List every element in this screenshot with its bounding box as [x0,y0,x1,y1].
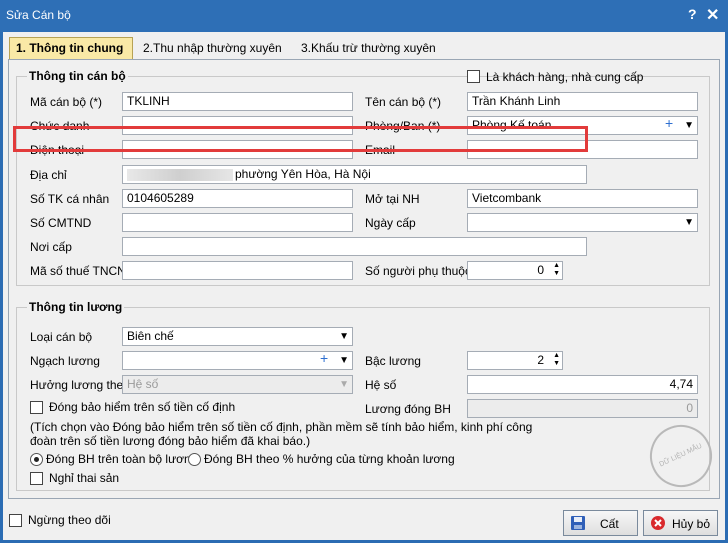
spinner-arrows-icon[interactable]: ▲ ▼ [553,352,560,368]
chevron-down-icon[interactable]: ▼ [684,215,694,230]
close-icon[interactable]: ✕ [706,5,719,25]
dia-chi-value: phường Yên Hòa, Hà Nội [235,167,371,181]
he-so-label: Hệ số [365,378,397,392]
ten-can-bo-label: Tên cán bộ (*) [365,95,442,109]
dong-bh-co-dinh-checkbox[interactable] [30,401,43,414]
tab-panel: Thông tin cán bộ Là khách hàng, nhà cung… [8,59,720,499]
highlight-box [13,126,588,152]
ma-so-thue-label: Mã số thuế TNCN [30,264,126,278]
dia-chi-label: Địa chỉ [30,168,67,182]
so-nguoi-phu-thuoc-label: Số người phụ thuộc [365,264,471,278]
dia-chi-input[interactable]: phường Yên Hòa, Hà Nội [122,165,587,184]
note-line-1: (Tích chọn vào Đóng bảo hiểm trên số tiề… [30,420,533,434]
title-bar: Sửa Cán bộ ? ✕ [0,0,728,32]
radio-theo-phan-tram[interactable] [188,453,201,466]
dong-bh-co-dinh-label: Đóng bảo hiểm trên số tiền cố định [49,400,236,414]
ngay-cap-label: Ngày cấp [365,216,416,230]
so-tk-label: Số TK cá nhân [30,192,110,206]
window-title: Sửa Cán bộ [6,8,71,22]
add-icon[interactable]: + [665,117,673,131]
noi-cap-label: Nơi cấp [30,240,72,254]
chevron-down-icon[interactable]: ▼ [684,118,694,133]
floppy-disk-icon [571,516,585,530]
help-icon[interactable]: ? [688,6,697,22]
so-tk-input[interactable]: 0104605289 [122,189,353,208]
radio-theo-phan-tram-label: Đóng BH theo % hưởng của từng khoản lươn… [204,452,455,466]
chevron-down-icon: ▼ [339,379,349,390]
ma-can-bo-input[interactable]: TKLINH [122,92,353,111]
tab-thong-tin-chung[interactable]: 1. Thông tin chung [9,37,133,60]
loai-can-bo-value: Biên chế [127,329,174,343]
spinner-arrows-icon[interactable]: ▲ ▼ [553,262,560,278]
ngach-luong-select[interactable]: + ▼ [122,351,353,370]
customer-checkbox-label: Là khách hàng, nhà cung cấp [486,70,644,84]
chevron-down-icon[interactable]: ▼ [339,353,349,368]
customer-checkbox[interactable] [467,70,480,83]
ngung-theo-doi-checkbox[interactable] [9,514,22,527]
save-button[interactable]: Cất [563,510,638,536]
cancel-icon [651,516,665,530]
ma-so-thue-input[interactable] [122,261,353,280]
so-nguoi-phu-thuoc-spinner[interactable]: 0 ▲ ▼ [467,261,563,280]
luong-dong-bh-label: Lương đóng BH [365,402,451,416]
loai-can-bo-select[interactable]: Biên chế ▼ [122,327,353,346]
dialog-body: 1. Thông tin chung 2.Thu nhập thường xuy… [3,32,725,540]
cancel-button[interactable]: Hủy bỏ [643,510,718,536]
note-line-2: đoàn trên số tiền lương đóng bảo hiểm đã… [30,434,311,448]
bac-luong-spinner[interactable]: 2 ▲ ▼ [467,351,563,370]
ngung-theo-doi-label: Ngừng theo dõi [28,513,111,527]
add-icon[interactable]: + [320,352,328,366]
huong-luong-label: Hưởng lương theo [30,378,130,392]
tab-thu-nhap[interactable]: 2.Thu nhập thường xuyên [137,38,288,58]
chevron-down-icon[interactable]: ▼ [339,329,349,344]
save-label: Cất [600,517,619,531]
ma-can-bo-label: Mã cán bộ (*) [30,95,103,109]
he-so-input[interactable]: 4,74 [467,375,698,394]
ngach-luong-label: Ngạch lương [30,354,100,368]
huong-luong-select: Hệ số ▼ [122,375,353,394]
huong-luong-value: Hệ số [127,377,159,391]
bac-luong-label: Bậc lương [365,354,421,368]
tab-khau-tru[interactable]: 3.Khấu trừ thường xuyên [295,38,442,58]
mo-tai-input[interactable]: Vietcombank [467,189,698,208]
group-title-can-bo: Thông tin cán bộ [27,69,128,83]
so-cmtnd-label: Số CMTND [30,216,92,230]
nghi-thai-san-label: Nghỉ thai sản [49,471,120,485]
loai-can-bo-label: Loại cán bộ [30,330,93,344]
radio-toan-bo-label: Đóng BH trên toàn bộ lương [46,452,198,466]
so-nguoi-phu-thuoc-value: 0 [537,263,544,277]
ten-can-bo-input[interactable]: Trần Khánh Linh [467,92,698,111]
nghi-thai-san-checkbox[interactable] [30,472,43,485]
redacted-text [127,168,233,181]
mo-tai-label: Mở tại NH [365,192,420,206]
so-cmtnd-input[interactable] [122,213,353,232]
radio-toan-bo-luong[interactable] [30,453,43,466]
noi-cap-input[interactable] [122,237,587,256]
group-title-luong: Thông tin lương [27,300,125,314]
ngay-cap-input[interactable]: ▼ [467,213,698,232]
cancel-label: Hủy bỏ [672,517,711,531]
bac-luong-value: 2 [537,353,544,367]
watermark-text: DỮ LIỆU MẪU [658,442,704,469]
luong-dong-bh-input: 0 [467,399,698,418]
